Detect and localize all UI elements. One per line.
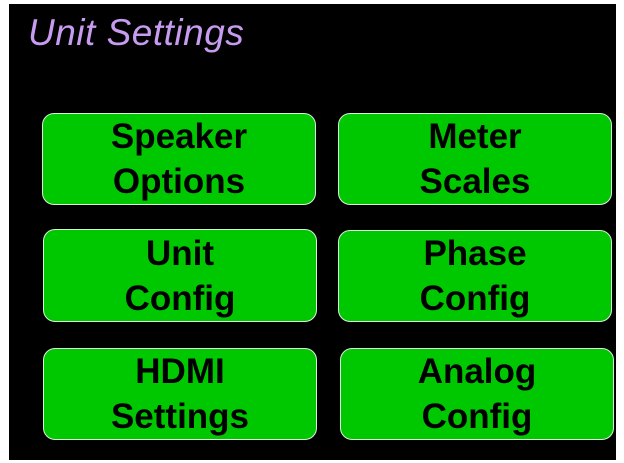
button-label-line1: Speaker bbox=[110, 117, 248, 156]
button-label-line2: Settings bbox=[110, 397, 250, 436]
button-label-line2: Config bbox=[421, 397, 533, 436]
button-label-line2: Config bbox=[124, 278, 236, 318]
page-title: Unit Settings bbox=[28, 12, 245, 53]
meter-scales-button[interactable]: Meter Scales bbox=[338, 113, 612, 205]
hdmi-settings-button[interactable]: HDMI Settings bbox=[43, 348, 317, 440]
unit-config-button[interactable]: Unit Config bbox=[43, 229, 317, 322]
button-label-line1: Phase bbox=[423, 234, 527, 273]
button-label-line2: Config bbox=[419, 279, 531, 318]
button-label-line2: Options bbox=[112, 162, 246, 201]
button-label-line1: Meter bbox=[428, 117, 522, 156]
unit-settings-screen: Unit Settings Speaker Options Meter Scal… bbox=[9, 4, 616, 460]
button-label-line1: Analog bbox=[417, 352, 537, 391]
speaker-options-button[interactable]: Speaker Options bbox=[42, 113, 316, 205]
button-label-line1: Unit bbox=[145, 233, 215, 273]
button-label-line1: HDMI bbox=[135, 352, 225, 391]
phase-config-button[interactable]: Phase Config bbox=[338, 230, 612, 322]
button-label-line2: Scales bbox=[419, 162, 531, 201]
analog-config-button[interactable]: Analog Config bbox=[340, 348, 614, 440]
